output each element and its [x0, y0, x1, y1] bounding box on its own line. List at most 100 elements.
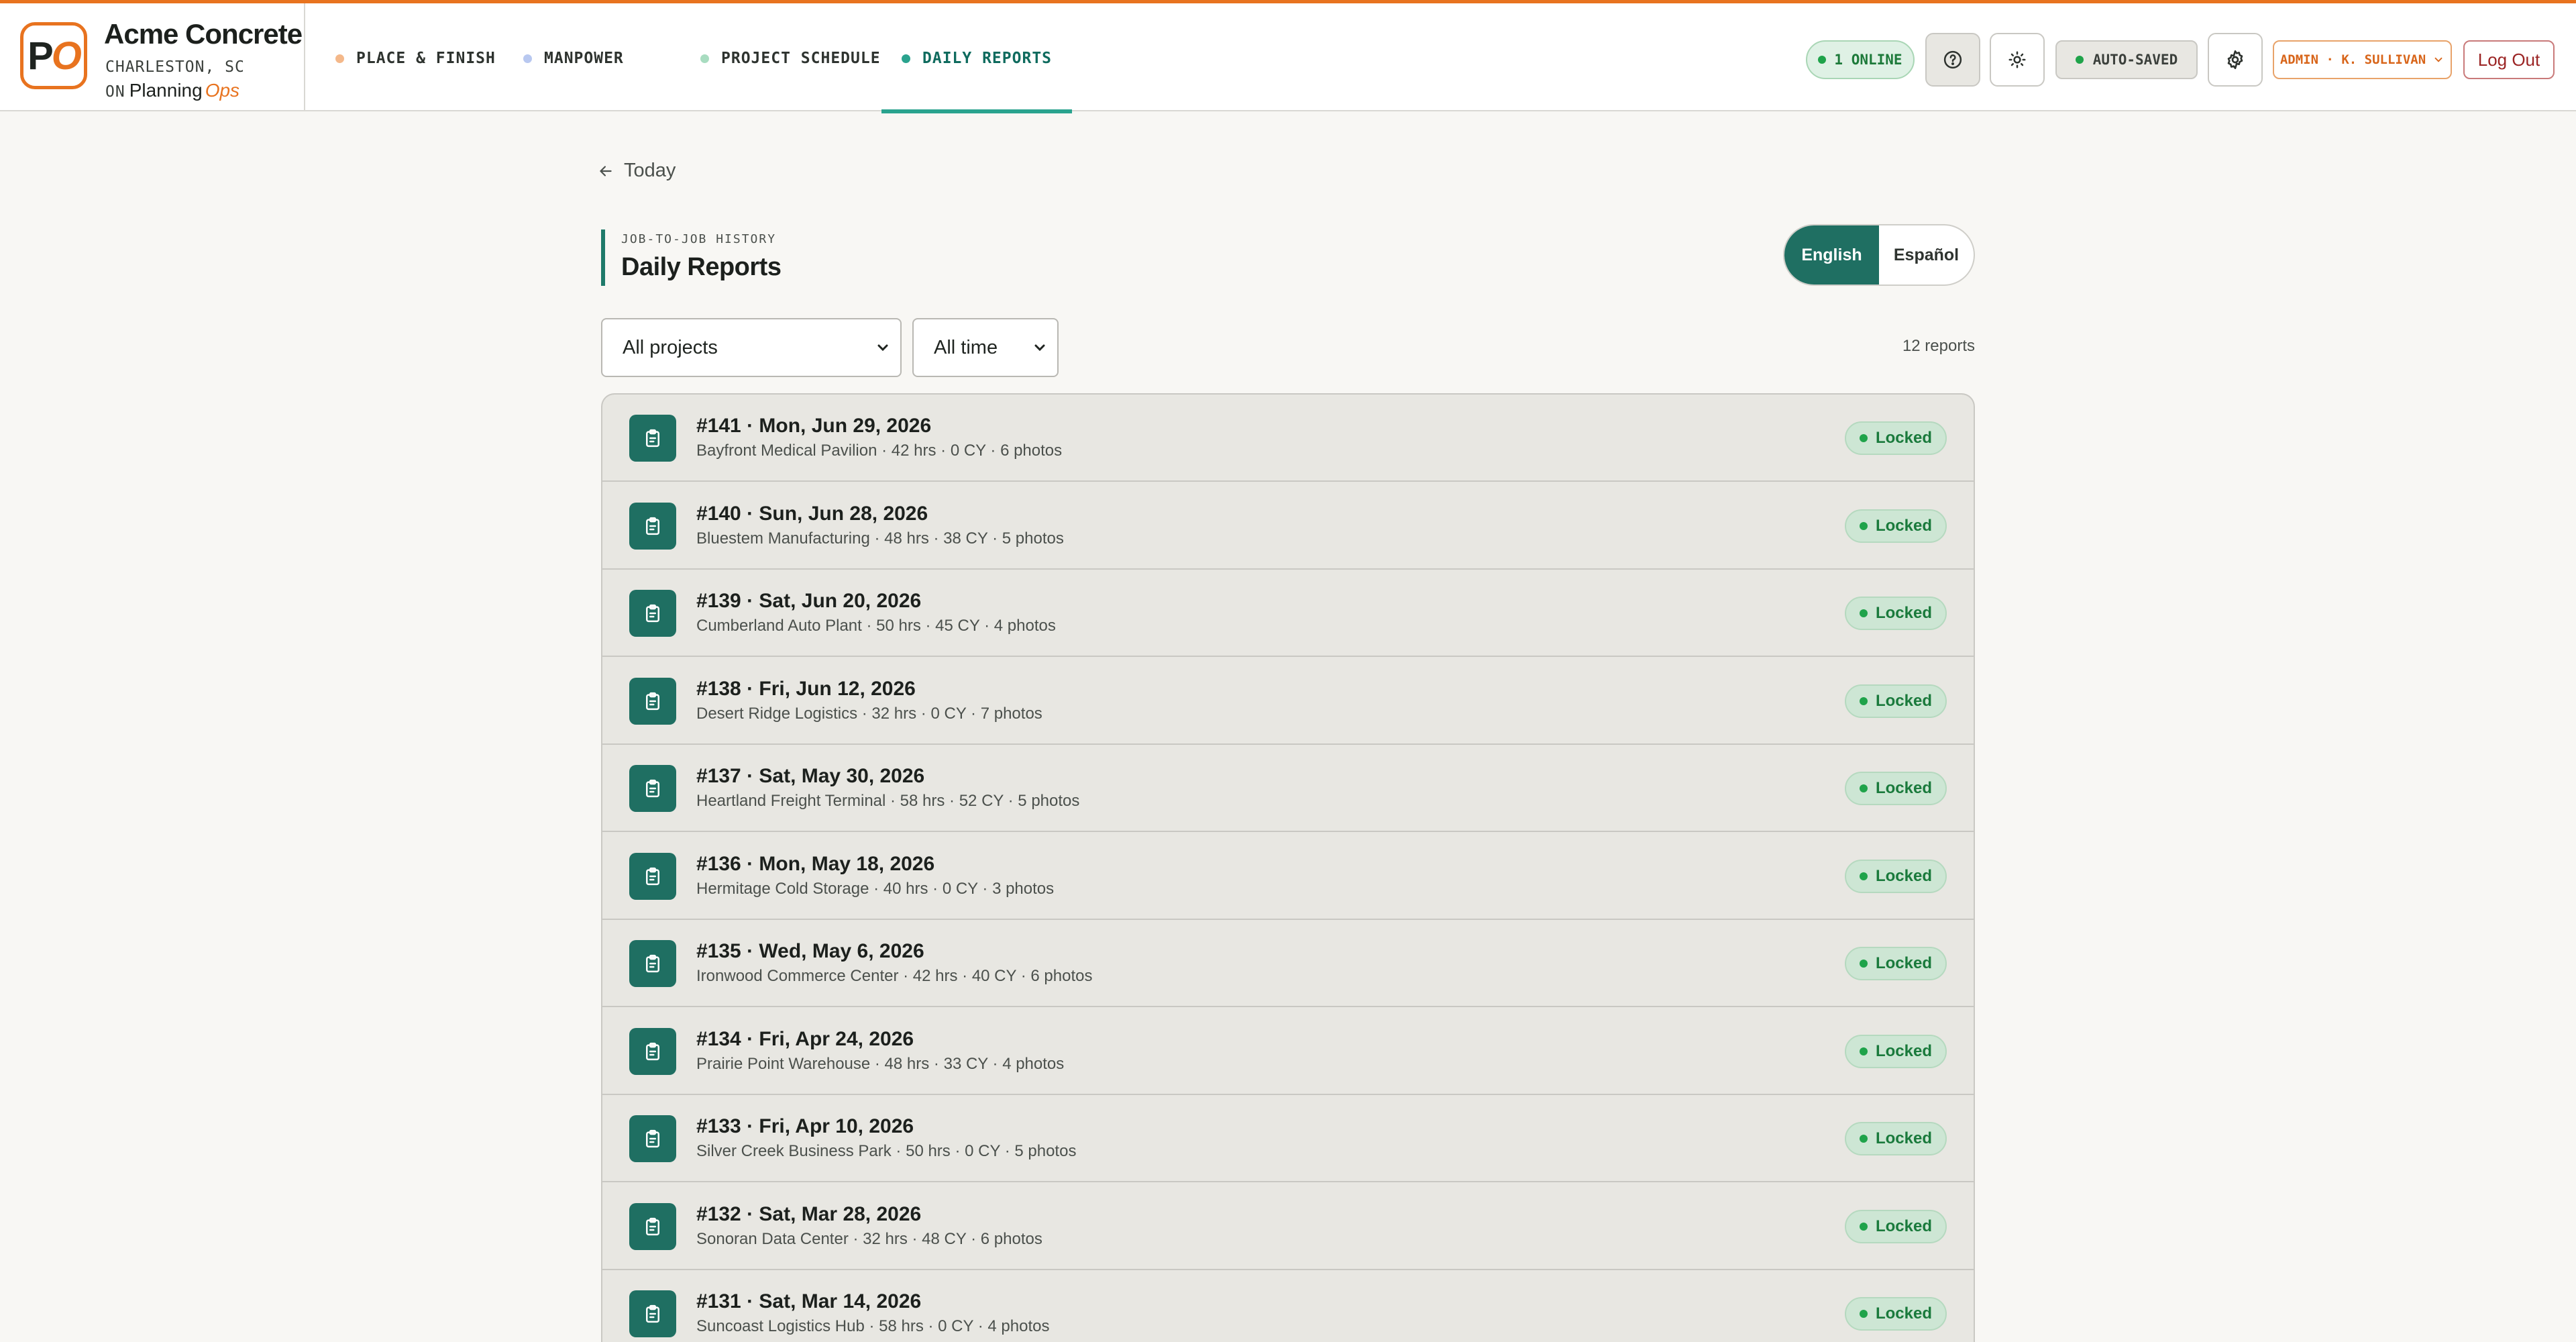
lang-spanish-option[interactable]: Español	[1879, 225, 1974, 285]
clipboard-icon	[646, 867, 659, 885]
report-icon-tile	[629, 502, 676, 550]
clipboard-icon	[646, 692, 659, 710]
report-summary: Cumberland Auto Plant · 50 hrs · 45 CY ·…	[696, 617, 1056, 635]
help-button[interactable]	[1925, 33, 1980, 87]
report-row[interactable]: #134 · Fri, Apr 24, 2026 Prairie Point Wa…	[602, 1008, 1974, 1095]
clipboard-icon	[646, 954, 659, 973]
report-row[interactable]: #139 · Sat, Jun 20, 2026 Cumberland Auto …	[602, 570, 1974, 657]
report-title: #134 · Fri, Apr 24, 2026	[696, 1027, 914, 1050]
autosave-label: AUTO-SAVED	[2092, 52, 2178, 68]
status-badge-label: Locked	[1875, 604, 1933, 622]
report-icon-tile	[629, 852, 676, 900]
status-badge: Locked	[1845, 1297, 1947, 1331]
report-summary: Ironwood Commerce Center · 42 hrs · 40 C…	[696, 967, 1093, 985]
report-row[interactable]: #137 · Sat, May 30, 2026 Heartland Freigh…	[602, 745, 1974, 832]
status-badge: Locked	[1845, 1034, 1947, 1068]
report-summary: Bayfront Medical Pavilion · 42 hrs · 0 C…	[696, 442, 1063, 460]
nav-tab-place-finish[interactable]: PLACE & FINISH	[315, 3, 516, 113]
project-filter-select[interactable]: All projects	[601, 318, 902, 377]
report-icon-tile	[629, 590, 676, 637]
report-row[interactable]: #140 · Sun, Jun 28, 2026 Bluestem Manufac…	[602, 482, 1974, 570]
report-title: #133 · Fri, Apr 10, 2026	[696, 1115, 914, 1137]
brand[interactable]: PO Acme Concrete CHARLESTON, SC ON Planni…	[0, 3, 305, 110]
status-badge: Locked	[1845, 509, 1947, 543]
status-badge-label: Locked	[1875, 429, 1933, 447]
clipboard-icon	[646, 604, 659, 623]
report-row[interactable]: #133 · Fri, Apr 10, 2026 Silver Creek Bus…	[602, 1095, 1974, 1182]
settings-button[interactable]	[2208, 33, 2263, 87]
report-title: #132 · Sat, Mar 28, 2026	[696, 1202, 922, 1225]
report-summary: Desert Ridge Logistics · 32 hrs · 0 CY ·…	[696, 704, 1042, 723]
logo-letter-p: P	[28, 34, 54, 78]
report-summary: Hermitage Cold Storage · 40 hrs · 0 CY ·…	[696, 879, 1055, 898]
time-filter-select[interactable]: All time	[912, 318, 1059, 377]
platform-on: ON	[105, 83, 125, 101]
status-dot	[1859, 1047, 1868, 1055]
report-summary: Suncoast Logistics Hub · 58 hrs · 0 CY ·…	[696, 1317, 1050, 1335]
platform-ops: Ops	[205, 80, 240, 101]
report-row[interactable]: #135 · Wed, May 6, 2026 Ironwood Commerce…	[602, 920, 1974, 1007]
online-status: 1 ONLINE	[1806, 40, 1915, 79]
page-header: JOB-TO-JOB HISTORY Daily Reports	[601, 229, 782, 286]
platform-label: ON Planning Ops	[105, 80, 239, 101]
report-title: #131 · Sat, Mar 14, 2026	[696, 1290, 922, 1312]
user-menu-label: ADMIN · K. SULLIVAN	[2279, 52, 2426, 67]
status-badge-label: Locked	[1875, 1217, 1933, 1235]
status-dot	[1859, 434, 1868, 442]
status-badge-label: Locked	[1875, 954, 1933, 972]
status-badge-label: Locked	[1875, 1041, 1933, 1060]
help-circle-icon	[1943, 50, 1962, 69]
report-row[interactable]: #132 · Sat, Mar 28, 2026 Sonoran Data Cen…	[602, 1183, 1974, 1270]
status-badge-label: Locked	[1875, 779, 1933, 797]
report-row[interactable]: #131 · Sat, Mar 14, 2026 Suncoast Logisti…	[602, 1270, 1974, 1342]
status-dot	[1859, 872, 1868, 880]
report-summary: Bluestem Manufacturing · 48 hrs · 38 CY …	[696, 529, 1064, 548]
report-row[interactable]: #136 · Mon, May 18, 2026 Hermitage Cold S…	[602, 833, 1974, 920]
company-location: CHARLESTON, SC	[105, 58, 245, 76]
status-dot	[1859, 696, 1868, 705]
chevron-down-icon	[877, 344, 888, 352]
nav-tab-project-schedule[interactable]: PROJECT SCHEDULE	[680, 3, 901, 113]
status-dot	[1859, 521, 1868, 530]
app-logo: PO	[20, 22, 87, 89]
report-summary: Silver Creek Business Park · 50 hrs · 0 …	[696, 1142, 1077, 1160]
status-badge-label: Locked	[1875, 516, 1933, 535]
report-summary: Heartland Freight Terminal · 58 hrs · 52…	[696, 792, 1080, 810]
status-dot	[1859, 784, 1868, 792]
autosave-dot	[2075, 56, 2084, 64]
report-row[interactable]: #138 · Fri, Jun 12, 2026 Desert Ridge Log…	[602, 658, 1974, 745]
status-dot	[1859, 609, 1868, 617]
top-bar: PO Acme Concrete CHARLESTON, SC ON Planni…	[0, 0, 2576, 113]
nav-status-dot	[902, 54, 910, 63]
report-icon-tile	[629, 1290, 676, 1337]
nav-tab-daily-reports[interactable]: DAILY REPORTS	[881, 3, 1073, 113]
logout-button[interactable]: Log Out	[2463, 40, 2555, 79]
report-list: #141 · Mon, Jun 29, 2026 Bayfront Medical…	[601, 393, 1975, 1342]
nav-tab-label: PLACE & FINISH	[356, 50, 496, 67]
report-summary: Sonoran Data Center · 32 hrs · 48 CY · 6…	[696, 1229, 1042, 1248]
status-badge: Locked	[1845, 947, 1947, 980]
clipboard-icon	[646, 1129, 659, 1148]
report-title: #140 · Sun, Jun 28, 2026	[696, 502, 928, 525]
status-badge-label: Locked	[1875, 691, 1933, 710]
status-badge-label: Locked	[1875, 1304, 1933, 1323]
clipboard-icon	[646, 1304, 659, 1323]
clipboard-icon	[646, 517, 659, 535]
logo-letter-o: O	[51, 34, 82, 78]
status-badge: Locked	[1845, 1209, 1947, 1243]
theme-toggle-button[interactable]	[1990, 33, 2045, 87]
report-count: 12 reports	[1902, 337, 1975, 355]
lang-english-option[interactable]: English	[1784, 225, 1879, 285]
status-badge: Locked	[1845, 597, 1947, 630]
user-menu-button[interactable]: ADMIN · K. SULLIVAN	[2273, 40, 2452, 79]
status-dot	[1859, 960, 1868, 968]
nav-tab-label: PROJECT SCHEDULE	[721, 50, 881, 67]
nav-tab-manpower[interactable]: MANPOWER	[503, 3, 644, 113]
report-row[interactable]: #141 · Mon, Jun 29, 2026 Bayfront Medical…	[602, 395, 1974, 482]
report-icon-tile	[629, 940, 676, 987]
status-badge: Locked	[1845, 772, 1947, 805]
back-link-label: Today	[624, 160, 676, 181]
report-title: #137 · Sat, May 30, 2026	[696, 765, 925, 787]
report-title: #135 · Wed, May 6, 2026	[696, 940, 924, 962]
back-link[interactable]: Today	[597, 160, 676, 182]
